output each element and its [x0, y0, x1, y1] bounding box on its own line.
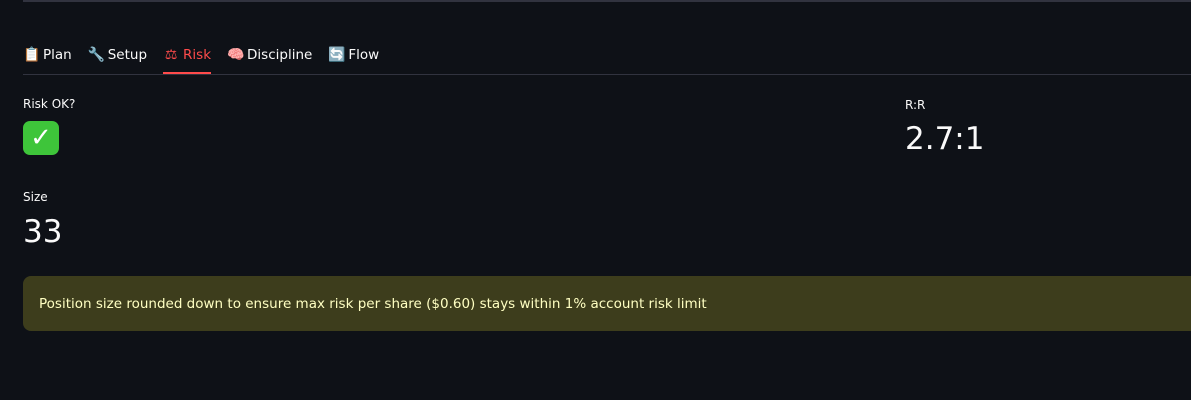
wrench-icon: 🔧: [87, 47, 106, 63]
rr-value: 2.7:1: [905, 121, 985, 157]
tab-label: Flow: [348, 47, 380, 63]
tab-setup[interactable]: 🔧 Setup: [88, 37, 147, 73]
check-mark-icon: ✓: [23, 121, 59, 155]
tab-risk[interactable]: ⚖ Risk: [163, 37, 212, 74]
warning-alert: Position size rounded down to ensure max…: [23, 276, 1191, 331]
tabs-divider: [23, 74, 1191, 75]
risk-ok-label: Risk OK?: [23, 97, 76, 111]
brain-icon: 🧠: [227, 47, 245, 63]
tab-plan[interactable]: 📋 Plan: [23, 37, 72, 73]
tab-label: Plan: [43, 47, 72, 63]
top-divider: [23, 0, 1191, 2]
tab-label: Discipline: [247, 47, 313, 63]
size-value: 33: [23, 214, 63, 250]
clipboard-icon: 📋: [23, 47, 41, 63]
tab-flow[interactable]: 🔄 Flow: [328, 37, 379, 73]
tab-discipline[interactable]: 🧠 Discipline: [227, 37, 312, 73]
tab-label: Risk: [183, 47, 212, 63]
cycle-icon: 🔄: [328, 47, 346, 63]
tab-label: Setup: [107, 47, 148, 63]
scales-icon: ⚖: [164, 47, 178, 63]
alert-message: Position size rounded down to ensure max…: [39, 295, 707, 312]
size-label: Size: [23, 190, 48, 204]
tab-bar: 📋 Plan 🔧 Setup ⚖ Risk 🧠 Discipline 🔄 Flo…: [23, 37, 1191, 75]
rr-label: R:R: [905, 98, 926, 112]
